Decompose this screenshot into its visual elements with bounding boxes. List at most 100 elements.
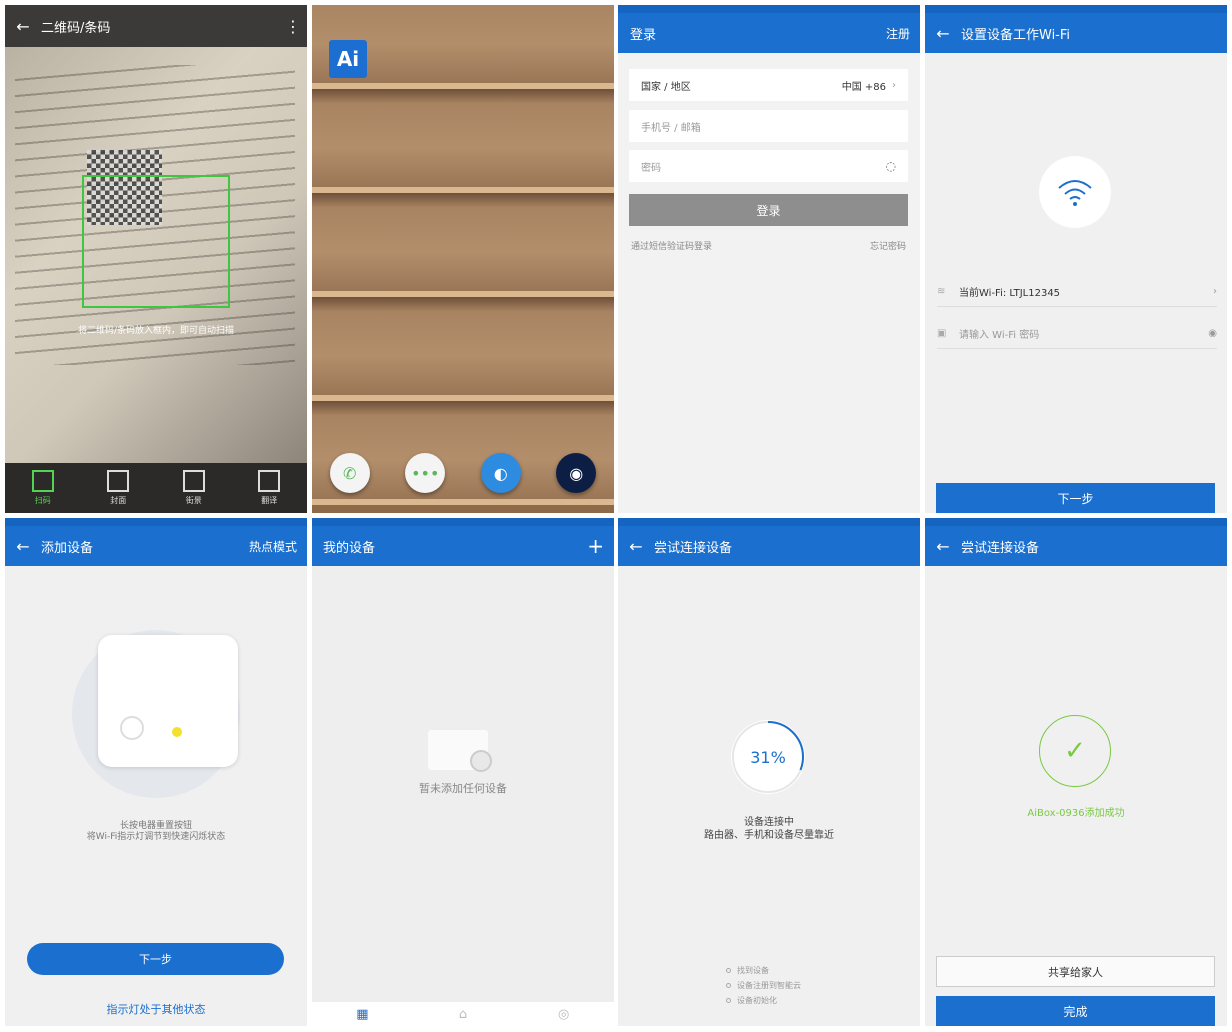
power-icon [120, 716, 144, 740]
next-button[interactable]: 下一步 [936, 483, 1215, 513]
wifi-password-input[interactable]: ▣ 请输入 Wi-Fi 密码 ◉ [937, 319, 1217, 349]
empty-badge-icon [470, 750, 492, 772]
progress-ring: 31% [731, 720, 805, 794]
login-title: 登录 [630, 27, 657, 43]
tool-label: 街景 [185, 496, 202, 505]
wifi-password-placeholder: 请输入 Wi-Fi 密码 [959, 330, 1040, 341]
wifi-header: ← 设置设备工作Wi-Fi [925, 13, 1227, 53]
my-devices-title: 我的设备 [323, 540, 376, 556]
bottom-nav: ▦ ⌂ ◎ [312, 1002, 614, 1026]
my-devices-header: 我的设备 + [312, 526, 614, 566]
status-bar [618, 518, 920, 526]
scan-hint: 将二维码/条码放入框内，即可自动扫描 [77, 326, 235, 336]
next-button[interactable]: 下一步 [27, 943, 284, 975]
home-tab-icon[interactable]: ⌂ [413, 1002, 514, 1026]
chevron-right-icon: › [1213, 286, 1217, 297]
register-link[interactable]: 注册 [886, 25, 920, 42]
hotspot-mode-link[interactable]: 热点模式 [249, 538, 307, 555]
forgot-password-link[interactable]: 忘记密码 [870, 239, 906, 252]
password-input[interactable]: 密码 ◌ [629, 150, 908, 182]
phone-email-input[interactable]: 手机号 / 邮箱 [629, 110, 908, 142]
current-wifi-row[interactable]: ≋ 当前Wi-Fi: LTJL12345 › [937, 277, 1217, 307]
camera-icon[interactable]: ◉ [556, 453, 597, 493]
tool-label: 封面 [110, 496, 127, 505]
shelf [312, 89, 614, 193]
device-illustration [98, 635, 238, 767]
phone-icon[interactable]: ✆ [329, 453, 370, 493]
tool-translate[interactable]: 翻译 [232, 463, 308, 513]
chevron-right-icon: › [892, 79, 896, 91]
connecting-title: 尝试连接设备 [654, 540, 733, 556]
step-item: 设备初始化 [726, 993, 801, 1008]
instruction-line: 长按电器重置按钮 [119, 821, 192, 831]
step-item: 找到设备 [726, 963, 801, 978]
tool-street[interactable]: 街景 [156, 463, 232, 513]
sms-login-link[interactable]: 通过短信验证码登录 [631, 239, 712, 252]
scanner-toolbar: 扫码 封面 街景 翻译 [5, 463, 307, 513]
devices-tab-icon[interactable]: ▦ [312, 1002, 413, 1026]
wifi-icon [1039, 156, 1111, 228]
scanner-title: 二维码/条码 [41, 20, 111, 36]
status-line: 路由器、手机和设备尽量靠近 [704, 830, 834, 841]
status-bar [5, 518, 307, 526]
connecting-header: ← 尝试连接设备 [618, 526, 920, 566]
connecting-screen: ← 尝试连接设备 31% 设备连接中 路由器、手机和设备尽量靠近 找到设备 设备… [618, 518, 920, 1026]
messages-icon[interactable]: ••• [405, 453, 446, 493]
tool-label: 翻译 [261, 496, 278, 505]
back-arrow-icon[interactable]: ← [925, 24, 961, 43]
scanner-header: ← 二维码/条码 ⋮ [5, 5, 307, 47]
other-state-link[interactable]: 指示灯处于其他状态 [5, 1001, 307, 1017]
scan-frame [82, 175, 230, 308]
back-arrow-icon[interactable]: ← [5, 537, 41, 556]
status-bar [925, 5, 1227, 13]
login-links: 通过短信验证码登录 忘记密码 [631, 239, 906, 252]
status-bar [618, 5, 920, 13]
login-button[interactable]: 登录 [629, 194, 908, 226]
back-arrow-icon[interactable]: ← [5, 17, 41, 36]
wifi-small-icon: ≋ [937, 286, 946, 297]
home-screen: Ai ✆ ••• ◐ ◉ [312, 5, 614, 513]
reset-instructions: 长按电器重置按钮 将Wi-Fi指示灯调节到快速闪烁状态 [5, 821, 307, 843]
step-item: 设备注册到智能云 [726, 978, 801, 993]
success-title: 尝试连接设备 [961, 540, 1040, 556]
wifi-setup-screen: ← 设置设备工作Wi-Fi ≋ 当前Wi-Fi: LTJL12345 › ▣ 请… [925, 5, 1227, 513]
done-button[interactable]: 完成 [936, 996, 1215, 1026]
profile-tab-icon[interactable]: ◎ [513, 1002, 614, 1026]
progress-percent: 31% [750, 747, 786, 767]
lock-icon: ▣ [937, 328, 947, 339]
back-arrow-icon[interactable]: ← [925, 537, 961, 556]
checkmark-icon: ✓ [1039, 715, 1111, 787]
scanner-screen: ← 二维码/条码 ⋮ 将二维码/条码放入框内，即可自动扫描 扫码 封面 街景 翻… [5, 5, 307, 513]
ai-app-icon[interactable]: Ai [329, 40, 367, 78]
tool-cover[interactable]: 封面 [81, 463, 157, 513]
grid-icon [182, 470, 205, 492]
success-header: ← 尝试连接设备 [925, 526, 1227, 566]
tool-scan[interactable]: 扫码 [5, 463, 81, 513]
empty-message: 暂未添加任何设备 [419, 782, 507, 795]
status-line: 设备连接中 [744, 817, 794, 828]
country-selector[interactable]: 国家 / 地区 中国 +86 › [629, 69, 908, 101]
barcode-icon [31, 470, 54, 492]
wifi-title: 设置设备工作Wi-Fi [961, 27, 1071, 43]
share-family-button[interactable]: 共享给家人 [936, 956, 1215, 987]
connection-steps: 找到设备 设备注册到智能云 设备初始化 [726, 963, 801, 1008]
current-wifi-label: 当前Wi-Fi: LTJL12345 [959, 288, 1061, 299]
eye-icon[interactable]: ◉ [1208, 328, 1217, 339]
browser-icon[interactable]: ◐ [480, 453, 521, 493]
my-devices-screen: 我的设备 + 暂未添加任何设备 ▦ ⌂ ◎ [312, 518, 614, 1026]
shelf [312, 297, 614, 401]
country-value: 中国 +86 [841, 81, 886, 93]
add-device-button[interactable]: + [587, 534, 614, 558]
success-screen: ← 尝试连接设备 ✓ AiBox-0936添加成功 共享给家人 完成 [925, 518, 1227, 1026]
instruction-line: 将Wi-Fi指示灯调节到快速闪烁状态 [86, 832, 226, 842]
more-menu-icon[interactable]: ⋮ [279, 17, 307, 36]
back-arrow-icon[interactable]: ← [618, 537, 654, 556]
eye-off-icon[interactable]: ◌ [886, 159, 896, 173]
password-placeholder: 密码 [641, 162, 661, 174]
wifi-led-indicator [172, 727, 182, 737]
shelf [312, 193, 614, 297]
status-bar [925, 518, 1227, 526]
translate-icon [258, 470, 281, 492]
connecting-status: 设备连接中 路由器、手机和设备尽量靠近 [618, 816, 920, 842]
app-dock: ✆ ••• ◐ ◉ [312, 453, 614, 493]
